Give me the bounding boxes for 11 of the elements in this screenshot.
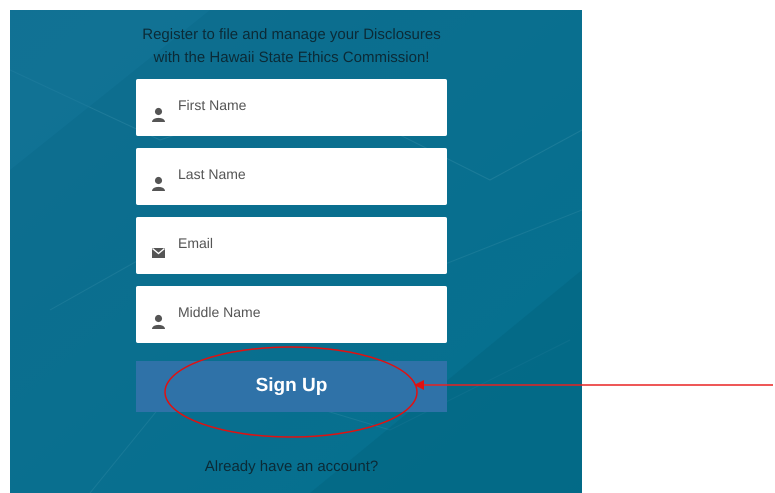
intro-text: Register to file and manage your Disclosures with the Hawaii State Ethics Commission!: [141, 25, 442, 68]
person-icon: [151, 107, 166, 122]
input-field[interactable]: First Name: [136, 79, 447, 136]
login-link[interactable]: Already have an account?: [136, 456, 447, 478]
input-field[interactable]: Email: [136, 217, 447, 274]
person-icon: [151, 314, 166, 329]
input-field[interactable]: Middle Name: [136, 286, 447, 343]
mail-icon: [151, 245, 166, 260]
person-icon: [151, 176, 166, 191]
input-field[interactable]: Last Name: [136, 148, 447, 205]
sign-up-button[interactable]: Sign Up: [136, 361, 447, 412]
